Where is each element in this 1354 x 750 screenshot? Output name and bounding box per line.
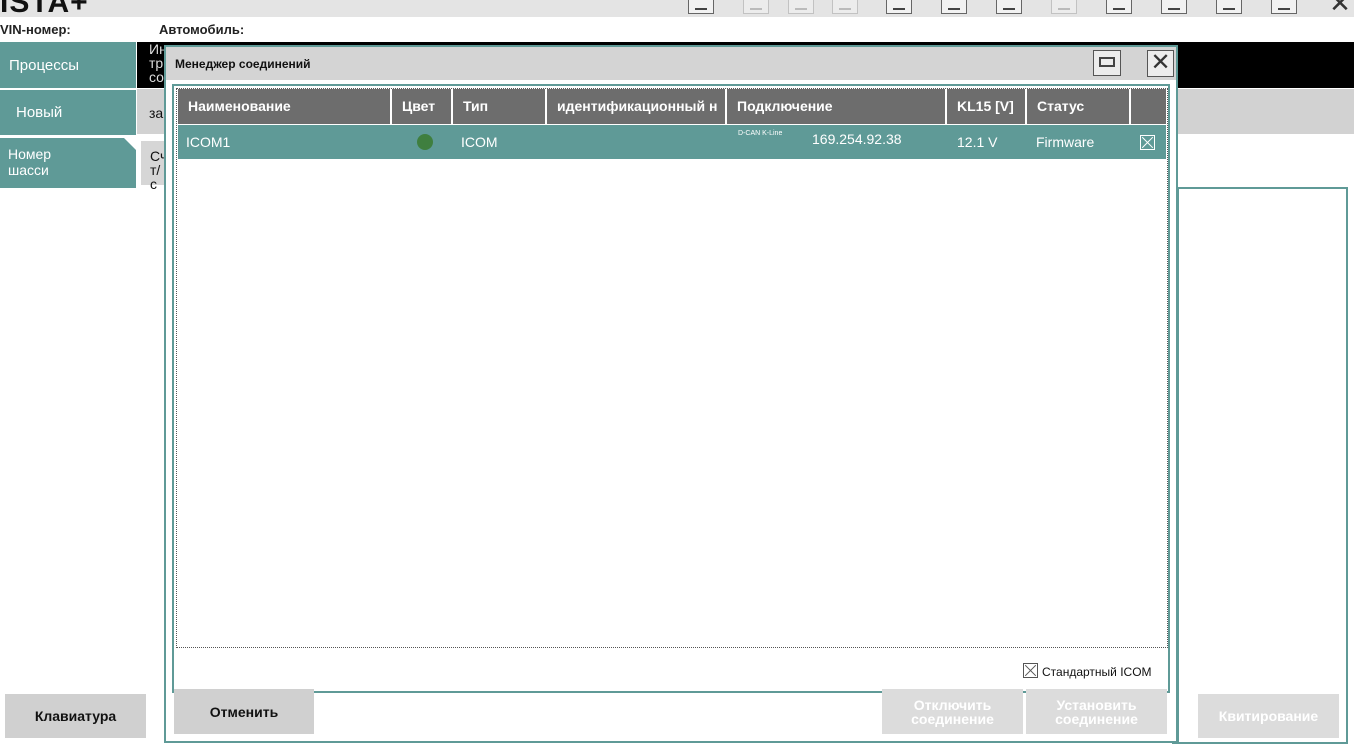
standard-icom-checkbox[interactable] — [1023, 663, 1038, 678]
phone-icon[interactable] — [1106, 0, 1132, 14]
forward-icon[interactable] — [832, 0, 858, 14]
table-header: Наименование Цвет Тип идентификационный … — [178, 89, 1166, 124]
dialog-title: Менеджер соединений — [175, 57, 311, 71]
print-icon[interactable] — [1161, 0, 1187, 14]
connections-table — [176, 88, 1168, 648]
edit-icon[interactable] — [886, 0, 912, 14]
connect-label-1: Установить — [1056, 696, 1137, 713]
keyboard-button[interactable]: Клавиатура — [5, 694, 146, 738]
image-icon[interactable] — [1051, 0, 1077, 14]
app-title: ISTA+ — [0, 0, 89, 17]
standard-icom-label: Стандартный ICOM — [1042, 665, 1152, 679]
row-kl15: 12.1 V — [957, 134, 998, 150]
home-icon[interactable] — [688, 0, 714, 14]
collapse-icon[interactable] — [1271, 0, 1297, 14]
dialog-print-icon[interactable] — [1093, 50, 1121, 76]
nav-processes[interactable]: Процессы — [0, 42, 136, 88]
message-text-2: тр — [149, 55, 164, 71]
col-name[interactable]: Наименование — [178, 89, 392, 124]
process-text: за — [149, 105, 164, 121]
connection-manager-dialog: Менеджер соединений ✕ Наименование Цвет … — [164, 45, 1178, 743]
disconnect-label-1: Отключить — [913, 696, 992, 713]
copy-icon[interactable] — [788, 0, 814, 14]
col-kl15[interactable]: KL15 [V] — [947, 89, 1027, 124]
tab-chassis-line1: Номер — [8, 146, 52, 162]
tool-icon[interactable] — [996, 0, 1022, 14]
row-status: Firmware — [1036, 134, 1095, 150]
car-label: Автомобиль: — [159, 22, 245, 37]
help-icon[interactable] — [1216, 0, 1242, 14]
row-ip: 169.254.92.38 — [812, 131, 902, 147]
list-icon[interactable] — [941, 0, 967, 14]
row-checkbox[interactable] — [1140, 135, 1155, 150]
connect-label-2: соединение — [1055, 710, 1138, 727]
dialog-header: Менеджер соединений ✕ — [166, 47, 1176, 80]
top-bar: ISTA+ ✕ — [0, 0, 1354, 17]
col-id[interactable]: идентификационный н — [547, 89, 727, 124]
row-interfaces: D-CAN K-Line — [738, 130, 783, 137]
row-name: ICOM1 — [186, 134, 231, 150]
row-color-indicator — [417, 134, 433, 150]
table-row[interactable]: ICOM1 ICOM D-CAN K-Line 169.254.92.38 12… — [178, 125, 1166, 159]
col-color[interactable]: Цвет — [392, 89, 453, 124]
acknowledge-button[interactable]: Квитирование — [1198, 694, 1339, 738]
col-select — [1131, 89, 1166, 124]
connect-button[interactable]: Установить соединение — [1026, 689, 1167, 734]
tab-chassis-number[interactable]: Номер шасси — [0, 138, 136, 188]
nav-new[interactable]: Новый — [0, 90, 136, 135]
row-type: ICOM — [461, 134, 498, 150]
tab-chassis-line2: шасси — [8, 162, 49, 178]
message-text-3: со — [149, 69, 164, 85]
app-close-icon[interactable]: ✕ — [1326, 0, 1354, 16]
back-icon[interactable] — [743, 0, 769, 14]
dialog-close-icon[interactable]: ✕ — [1147, 50, 1174, 77]
vin-label: VIN-номер: — [0, 22, 71, 37]
disconnect-button[interactable]: Отключить соединение — [882, 689, 1023, 734]
cancel-button[interactable]: Отменить — [174, 689, 314, 734]
disconnect-label-2: соединение — [911, 710, 994, 727]
content-frame — [1178, 187, 1348, 744]
col-connection[interactable]: Подключение — [727, 89, 947, 124]
col-type[interactable]: Тип — [453, 89, 547, 124]
col-status[interactable]: Статус — [1027, 89, 1131, 124]
